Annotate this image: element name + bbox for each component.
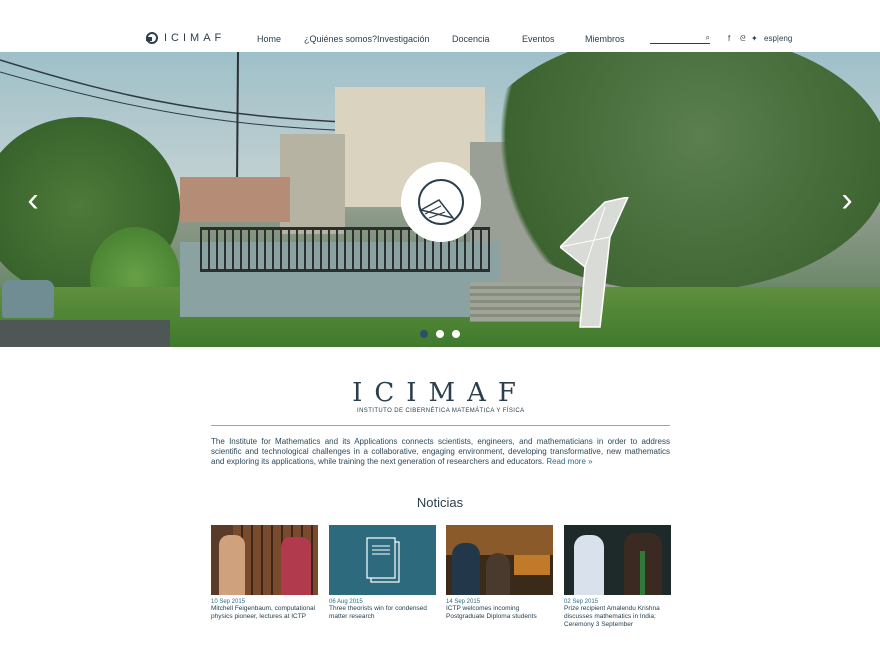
news-title[interactable]: ICTP welcomes incoming Postgraduate Dipl… <box>446 605 553 621</box>
intro-text: The Institute for Mathematics and its Ap… <box>211 437 670 466</box>
intro-description: The Institute for Mathematics and its Ap… <box>211 437 670 467</box>
news-thumbnail[interactable] <box>211 525 318 595</box>
logo-text: ICIMAF <box>164 32 226 44</box>
news-card[interactable]: 14 Sep 2015 ICTP welcomes incoming Postg… <box>446 525 553 621</box>
slide-dot-1[interactable] <box>420 330 428 338</box>
nav-home[interactable]: Home <box>257 34 281 44</box>
news-thumbnail[interactable] <box>446 525 553 595</box>
search-input[interactable]: ⌕ <box>650 33 710 44</box>
nav-miembros[interactable]: Miembros <box>585 34 625 44</box>
page: ICIMAF Home ¿Quiénes somos? Investigació… <box>0 0 880 660</box>
news-title[interactable]: Prize recipient Amalendu Krishna discuss… <box>564 605 671 629</box>
nav-eventos[interactable]: Eventos <box>522 34 555 44</box>
intro-divider <box>211 425 670 426</box>
hero-slider: ‹ › <box>0 52 880 347</box>
news-title[interactable]: Mitchell Feigenbaum, computational physi… <box>211 605 318 621</box>
institute-subtitle: INSTITUTO DE CIBERNÉTICA MATEMÁTICA Y FÍ… <box>357 408 525 414</box>
hero-logo-circle <box>401 162 481 242</box>
news-card[interactable]: 02 Sep 2015 Prize recipient Amalendu Kri… <box>564 525 671 629</box>
hero-prev-arrow-icon[interactable]: ‹ <box>20 182 46 218</box>
institute-brand-title: ICIMAF <box>352 378 528 408</box>
language-switch[interactable]: esp|eng <box>764 34 792 43</box>
news-thumbnail[interactable] <box>329 525 436 595</box>
hero-roof <box>180 177 290 222</box>
news-title[interactable]: Three theorists win for condensed matter… <box>329 605 436 621</box>
slide-dot-2[interactable] <box>436 330 444 338</box>
document-icon <box>365 537 400 583</box>
search-icon[interactable]: ⌕ <box>706 33 710 43</box>
site-logo[interactable]: ICIMAF <box>146 32 225 44</box>
news-thumbnail[interactable] <box>564 525 671 595</box>
nav-quienes-somos[interactable]: ¿Quiénes somos? <box>304 34 377 44</box>
nav-investigacion[interactable]: Investigación <box>377 34 430 44</box>
rss-icon[interactable]: ᘓ <box>740 34 746 44</box>
news-section-title: Noticias <box>416 495 464 510</box>
slide-dot-3[interactable] <box>452 330 460 338</box>
twitter-icon[interactable]: ✦ <box>751 34 758 43</box>
hero-car <box>2 280 54 318</box>
logo-mark-icon <box>146 32 158 44</box>
top-navigation: ICIMAF Home ¿Quiénes somos? Investigació… <box>0 30 880 52</box>
statue-outline <box>560 197 629 328</box>
nav-docencia[interactable]: Docencia <box>452 34 490 44</box>
hero-next-arrow-icon[interactable]: › <box>834 182 860 218</box>
hero-road <box>0 320 170 347</box>
hero-pagination <box>420 330 460 338</box>
read-more-link[interactable]: Read more » <box>546 457 592 466</box>
news-card[interactable]: 06 Aug 2015 Three theorists win for cond… <box>329 525 436 621</box>
facebook-icon[interactable]: f <box>728 34 730 43</box>
institute-emblem-icon <box>418 179 464 225</box>
news-card[interactable]: 10 Sep 2015 Mitchell Feigenbaum, computa… <box>211 525 318 621</box>
